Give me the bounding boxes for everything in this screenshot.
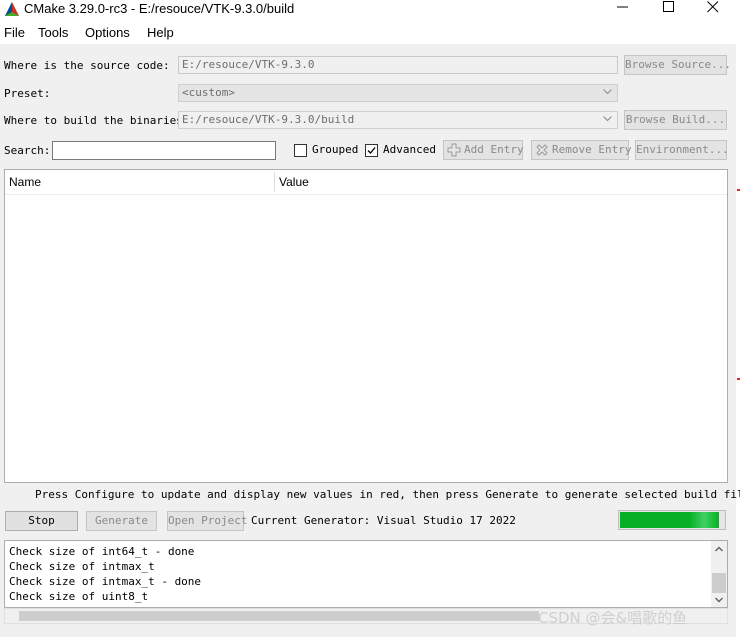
cmake-window: CMake 3.29.0-rc3 - E:/resouce/VTK-9.3.0/… [0, 0, 740, 637]
minimize-icon [617, 6, 628, 8]
maximize-icon [663, 1, 674, 12]
preset-combo[interactable]: <custom> [178, 84, 618, 102]
remove-icon [536, 144, 548, 156]
close-icon [707, 1, 719, 13]
log-scroll-thumb[interactable] [712, 573, 726, 593]
cache-table[interactable]: Name Value [4, 169, 728, 483]
source-path-field[interactable]: E:/resouce/VTK-9.3.0 [178, 56, 618, 74]
progress-bar [618, 510, 726, 530]
advanced-checkbox[interactable] [365, 144, 378, 157]
generate-button[interactable]: Generate [86, 511, 157, 531]
title-bar: CMake 3.29.0-rc3 - E:/resouce/VTK-9.3.0/… [0, 0, 736, 22]
log-line: Check size of intmax_t [9, 560, 155, 573]
maximize-button[interactable] [646, 0, 692, 16]
scroll-up-icon [715, 546, 723, 552]
menu-options[interactable]: Options [85, 25, 130, 40]
close-button[interactable] [690, 0, 736, 16]
log-line: Check size of int64_t - done [9, 545, 195, 558]
add-entry-label: Add Entry [464, 143, 524, 156]
column-separator[interactable] [274, 172, 275, 192]
browse-build-button[interactable]: Browse Build... [624, 110, 727, 130]
source-label: Where is the source code: [4, 59, 170, 72]
remove-entry-button[interactable]: Remove Entry [531, 140, 632, 160]
preset-label: Preset: [4, 87, 51, 100]
build-path-value: E:/resouce/VTK-9.3.0/build [182, 113, 355, 126]
add-entry-button[interactable]: Add Entry [443, 140, 524, 160]
log-hscroll-thumb[interactable] [19, 611, 539, 621]
search-input[interactable] [52, 141, 276, 160]
column-name-header[interactable]: Name [9, 175, 41, 189]
progress-fill [620, 512, 719, 528]
checkmark-icon [367, 147, 376, 154]
open-project-button[interactable]: Open Project [167, 511, 247, 531]
log-vertical-scrollbar[interactable] [711, 541, 727, 607]
environment-button[interactable]: Environment... [635, 140, 729, 160]
configure-hint: Press Configure to update and display ne… [35, 488, 740, 501]
log-line: Check size of intmax_t - done [9, 575, 202, 588]
plus-icon [447, 143, 461, 157]
window-title: CMake 3.29.0-rc3 - E:/resouce/VTK-9.3.0/… [24, 1, 295, 16]
search-label: Search: [4, 144, 51, 157]
build-label: Where to build the binaries: [4, 114, 190, 127]
chevron-down-icon [603, 116, 612, 122]
log-line: Check size of uint8_t [9, 590, 149, 603]
menu-bar: File Tools Options Help [0, 22, 736, 44]
menu-tools[interactable]: Tools [38, 25, 68, 40]
column-value-header[interactable]: Value [279, 175, 309, 189]
table-header: Name Value [5, 170, 727, 195]
cmake-logo-icon [5, 2, 19, 16]
current-generator: Current Generator: Visual Studio 17 2022 [251, 514, 516, 527]
preset-value: <custom> [182, 86, 235, 99]
browse-source-button[interactable]: Browse Source... [624, 55, 731, 75]
menu-help[interactable]: Help [147, 25, 174, 40]
build-path-combo[interactable]: E:/resouce/VTK-9.3.0/build [178, 111, 618, 129]
minimize-button[interactable] [600, 0, 646, 16]
scroll-down-icon [715, 597, 723, 603]
chevron-down-icon [603, 89, 612, 95]
watermark: CSDN @会&唱歌的鱼 [538, 609, 688, 627]
grouped-checkbox[interactable] [294, 144, 307, 157]
menu-file[interactable]: File [4, 25, 25, 40]
remove-entry-label: Remove Entry [552, 143, 632, 156]
grouped-label: Grouped [312, 143, 359, 156]
output-log[interactable]: Check size of int64_t - done Check size … [4, 540, 728, 608]
stop-button[interactable]: Stop [5, 511, 78, 531]
advanced-label: Advanced [383, 143, 436, 156]
